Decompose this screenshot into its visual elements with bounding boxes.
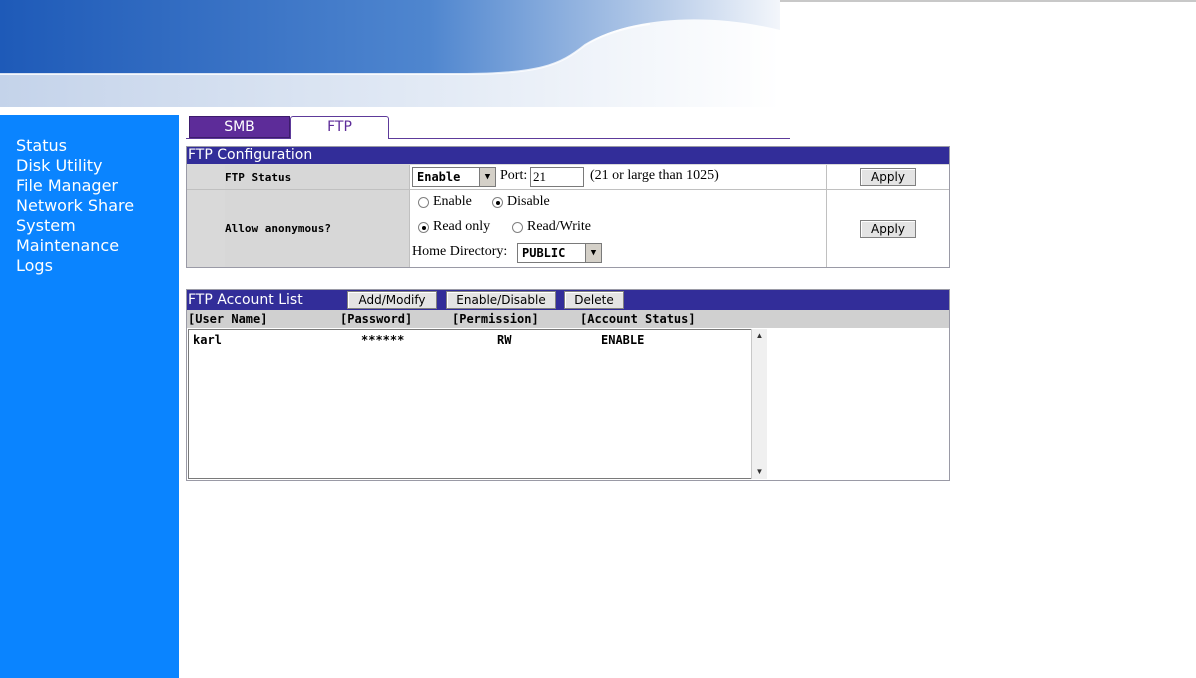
tab-bar: SMB FTP [186,115,790,139]
port-label: Port: [500,168,528,183]
tab-smb[interactable]: SMB [189,116,290,138]
ftp-status-select[interactable]: Enable ▼ [412,167,496,187]
radio-checked-icon [492,196,503,208]
radio-unchecked-icon [418,196,429,208]
header-banner [0,0,780,107]
column-permission: [Permission] [452,312,539,326]
ftp-account-list-panel: FTP Account List Add/Modify Enable/Disab… [186,289,950,481]
ftp-account-list-header: FTP Account List Add/Modify Enable/Disab… [187,290,949,310]
scroll-down-arrow-icon[interactable]: ▼ [752,465,767,479]
sidebar-item-maintenance[interactable]: Maintenance [16,236,179,256]
sidebar-item-logs[interactable]: Logs [16,256,179,276]
sidebar-item-file-manager[interactable]: File Manager [16,176,179,196]
port-hint: (21 or large than 1025) [590,168,719,183]
port-input[interactable]: 21 [530,167,584,187]
column-account-status: [Account Status] [580,312,696,326]
ftp-account-list-title: FTP Account List [188,292,303,308]
ftp-status-apply-button[interactable]: Apply [860,168,916,186]
anonymous-apply-button[interactable]: Apply [860,219,916,238]
banner-graphic [0,0,780,107]
chevron-down-icon: ▼ [585,244,601,262]
sidebar-item-system[interactable]: System [16,216,179,236]
column-divider [409,165,410,267]
row-spacer [187,190,224,267]
delete-button[interactable]: Delete [564,291,624,309]
anonymous-row: Allow anonymous? Enable Disable Read onl… [187,190,949,267]
home-directory-label: Home Directory: [412,244,508,259]
allow-anonymous-label: Allow anonymous? [225,190,409,267]
add-modify-button[interactable]: Add/Modify [347,291,437,309]
scroll-up-arrow-icon[interactable]: ▲ [752,329,767,343]
sidebar-menu: Status Disk Utility File Manager Network… [0,115,179,276]
anon-enable-label: Enable [433,194,472,209]
account-listbox[interactable]: karl ****** RW ENABLE [188,329,766,479]
sidebar-item-network-share[interactable]: Network Share [16,196,179,216]
column-divider [826,165,827,267]
read-write-radio[interactable]: Read/Write [512,219,591,235]
account-user: karl [193,333,222,347]
anon-disable-label: Disable [507,194,550,209]
read-write-label: Read/Write [527,219,591,234]
anon-enable-radio[interactable]: Enable [418,194,472,210]
column-user-name: [User Name] [188,312,268,326]
tab-ftp[interactable]: FTP [290,116,389,139]
anonymous-action-cell: Apply [827,190,949,267]
chevron-down-icon: ▼ [479,168,495,186]
account-status: ENABLE [601,333,645,347]
column-password: [Password] [340,312,413,326]
ftp-configuration-panel: FTP Configuration FTP Status Enable ▼ Po… [186,146,950,268]
ftp-configuration-title: FTP Configuration [187,147,949,164]
row-spacer [187,165,224,189]
ftp-status-row: FTP Status Enable ▼ Port: 21 (21 or larg… [187,165,949,189]
tab-underline [186,138,790,139]
ftp-status-controls: Enable ▼ Port: 21 (21 or large than 1025… [410,165,826,189]
radio-checked-icon [418,221,429,233]
account-list-column-header: [User Name] [Password] [Permission] [Acc… [187,310,949,328]
ftp-status-label: FTP Status [225,165,409,189]
read-only-label: Read only [433,219,491,234]
home-directory-select[interactable]: PUBLIC ▼ [517,243,602,263]
ftp-status-action-cell: Apply [827,165,949,189]
sidebar: Status Disk Utility File Manager Network… [0,115,179,678]
account-permission: RW [497,333,512,347]
anon-disable-radio[interactable]: Disable [492,194,550,210]
sidebar-item-status[interactable]: Status [16,136,179,156]
account-password: ****** [361,333,405,347]
sidebar-item-disk-utility[interactable]: Disk Utility [16,156,179,176]
enable-disable-button[interactable]: Enable/Disable [446,291,556,309]
radio-unchecked-icon [512,221,523,233]
anonymous-controls: Enable Disable Read only Read/Write Home… [410,190,826,267]
read-only-radio[interactable]: Read only [418,219,490,235]
account-list-scrollbar[interactable]: ▲ ▼ [751,329,767,479]
home-directory-select-value: PUBLIC [522,246,566,260]
ftp-status-select-value: Enable [417,170,461,184]
